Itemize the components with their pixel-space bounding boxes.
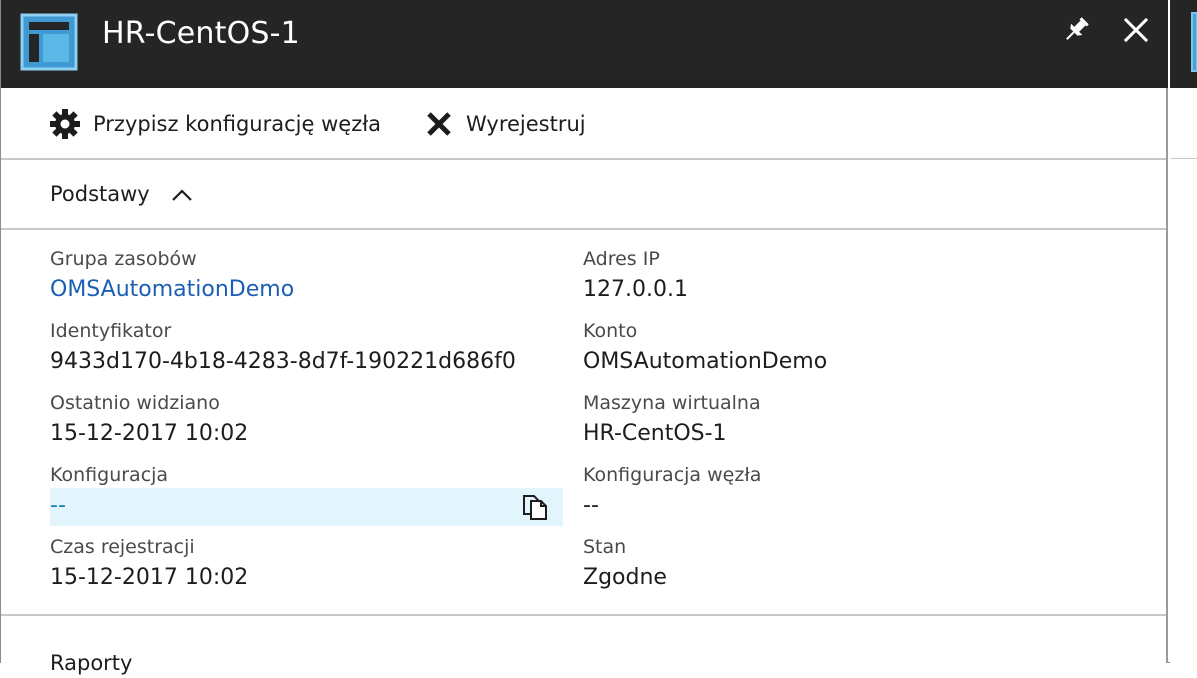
prop-key: Ostatnio widziano <box>50 392 220 414</box>
x-icon <box>427 112 451 136</box>
prop-value: 15-12-2017 10:02 <box>50 565 249 590</box>
copy-icon[interactable] <box>521 493 549 521</box>
prop-value: HR-CentOS-1 <box>583 421 727 446</box>
node-blade: HR-CentOS-1 Przypisz konfigurację węzła … <box>1 0 1168 675</box>
prop-status: Stan Zgodne <box>583 534 1096 596</box>
unregister-label: Wyrejestruj <box>466 112 586 136</box>
section-divider <box>1 614 1166 616</box>
prop-key: Konfiguracja <box>50 464 169 486</box>
prop-account: Konto OMSAutomationDemo <box>583 318 1096 380</box>
prop-value: 15-12-2017 10:02 <box>50 421 249 446</box>
gear-icon <box>50 109 80 139</box>
configuration-copy-field[interactable]: -- <box>50 488 563 526</box>
prop-node-configuration: Konfiguracja węzła -- <box>583 462 1096 524</box>
prop-value: 9433d170-4b18-4283-8d7f-190221d686f0 <box>50 349 516 374</box>
prop-identifier: Identyfikator 9433d170-4b18-4283-8d7f-19… <box>50 318 563 380</box>
prop-key: Identyfikator <box>50 320 172 342</box>
portal-frame: HR-CentOS-1 Przypisz konfigurację węzła … <box>0 0 1197 675</box>
prop-resource-group: Grupa zasobów OMSAutomationDemo <box>50 246 563 308</box>
prop-key: Adres IP <box>583 248 660 270</box>
prop-value: 127.0.0.1 <box>583 277 688 302</box>
prop-value: Zgodne <box>583 565 667 590</box>
prop-configuration: Konfiguracja -- <box>50 462 563 526</box>
chevron-up-icon[interactable] <box>171 187 193 203</box>
pin-icon[interactable] <box>1061 15 1091 45</box>
resource-group-link[interactable]: OMSAutomationDemo <box>50 272 563 308</box>
prop-key: Konfiguracja węzła <box>583 464 762 486</box>
prop-ip-address: Adres IP 127.0.0.1 <box>583 246 1096 308</box>
close-icon[interactable] <box>1121 15 1151 45</box>
blade-icon <box>20 13 78 71</box>
unregister-button[interactable]: Wyrejestruj <box>424 108 586 140</box>
adjacent-blade-edge <box>1170 0 1197 663</box>
prop-key: Czas rejestracji <box>50 536 195 558</box>
assign-node-configuration-button[interactable]: Przypisz konfigurację węzła <box>49 108 381 140</box>
command-bar: Przypisz konfigurację węzła Wyrejestruj <box>1 88 1166 160</box>
reports-section-label: Raporty <box>50 651 133 675</box>
prop-key: Stan <box>583 536 627 558</box>
essentials-section-header[interactable]: Podstawy <box>1 160 1166 230</box>
adjacent-blade-icon <box>1191 12 1197 72</box>
prop-value: OMSAutomationDemo <box>583 349 828 374</box>
essentials-section-label: Podstawy <box>50 182 150 206</box>
adjacent-blade-divider <box>1170 158 1197 159</box>
prop-key: Grupa zasobów <box>50 248 197 270</box>
prop-value: -- <box>50 493 66 518</box>
prop-virtual-machine: Maszyna wirtualna HR-CentOS-1 <box>583 390 1096 452</box>
prop-last-seen: Ostatnio widziano 15-12-2017 10:02 <box>50 390 563 452</box>
blade-header: HR-CentOS-1 <box>1 0 1168 88</box>
prop-value: -- <box>583 493 599 518</box>
prop-key: Konto <box>583 320 638 342</box>
prop-registration-time: Czas rejestracji 15-12-2017 10:02 <box>50 534 563 596</box>
assign-node-configuration-label: Przypisz konfigurację węzła <box>93 112 382 136</box>
prop-key: Maszyna wirtualna <box>583 392 761 414</box>
blade-title: HR-CentOS-1 <box>102 16 300 51</box>
